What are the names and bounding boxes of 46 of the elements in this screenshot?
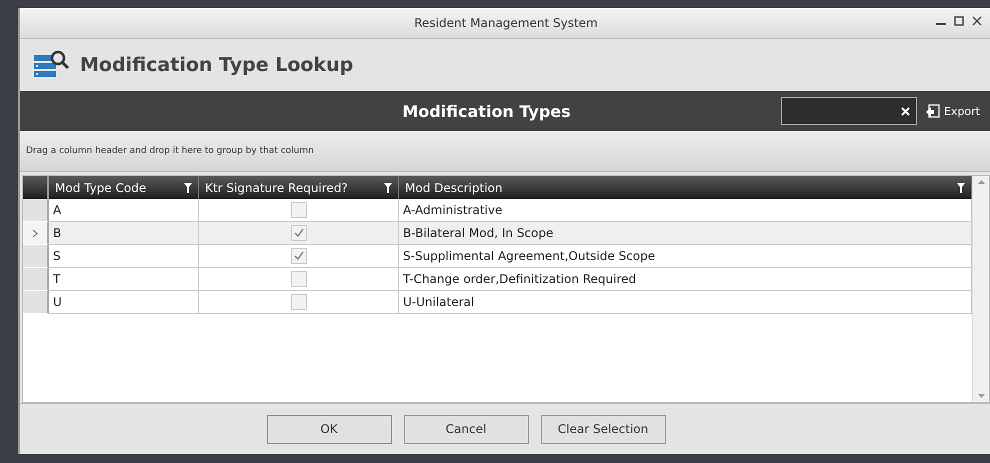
table-cell: B-Bilateral Mod, In Scope [399, 222, 972, 245]
dialog-button[interactable]: OK [266, 414, 392, 444]
table-cell: S [49, 245, 199, 268]
table-cell: U [49, 291, 199, 314]
column-header[interactable]: Mod Description [399, 176, 972, 199]
table-cell: B [49, 222, 199, 245]
clear-icon[interactable] [900, 106, 910, 116]
group-hint: Drag a column header and drop it here to group by that column [26, 146, 314, 156]
table-cell: U-Unilateral [399, 291, 972, 314]
checkbox[interactable] [290, 225, 306, 241]
row-header[interactable] [23, 199, 49, 222]
window-title: Resident Management System [414, 16, 598, 30]
header-corner [23, 176, 49, 199]
dialog-button[interactable]: Cancel [404, 414, 528, 444]
checkbox[interactable] [290, 202, 306, 218]
scroll-up-icon[interactable] [978, 180, 984, 184]
check-icon [294, 251, 304, 261]
scroll-down-icon[interactable] [978, 394, 984, 398]
close-icon[interactable] [972, 16, 982, 26]
check-icon [294, 228, 304, 238]
column-header[interactable]: Ktr Signature Required? [199, 176, 399, 199]
column-header[interactable]: Mod Type Code [49, 176, 199, 199]
filter-icon[interactable] [184, 182, 192, 192]
database-search-icon [34, 50, 70, 80]
filter-icon[interactable] [957, 182, 965, 192]
checkbox[interactable] [290, 248, 306, 264]
maximize-icon[interactable] [954, 16, 964, 26]
current-row-icon [32, 228, 38, 238]
row-header[interactable] [23, 222, 49, 245]
export-icon [924, 103, 941, 119]
page-title: Modification Type Lookup [80, 54, 354, 76]
table-cell: A-Administrative [399, 199, 972, 222]
table-cell: T [49, 268, 199, 291]
table-cell: A [49, 199, 199, 222]
grid-title: Modification Types [401, 102, 572, 120]
checkbox[interactable] [290, 271, 306, 287]
dialog-button[interactable]: Clear Selection [540, 414, 666, 444]
row-header[interactable] [23, 291, 49, 314]
export-button[interactable]: Export [924, 103, 980, 119]
checkbox[interactable] [290, 294, 306, 310]
filter-icon[interactable] [384, 182, 392, 192]
search-field[interactable] [780, 97, 917, 125]
table-cell: S-Supplimental Agreement,Outside Scope [399, 245, 972, 268]
row-header[interactable] [23, 268, 49, 291]
row-header[interactable] [23, 245, 49, 268]
table-cell: T-Change order,Definitization Required [399, 268, 972, 291]
